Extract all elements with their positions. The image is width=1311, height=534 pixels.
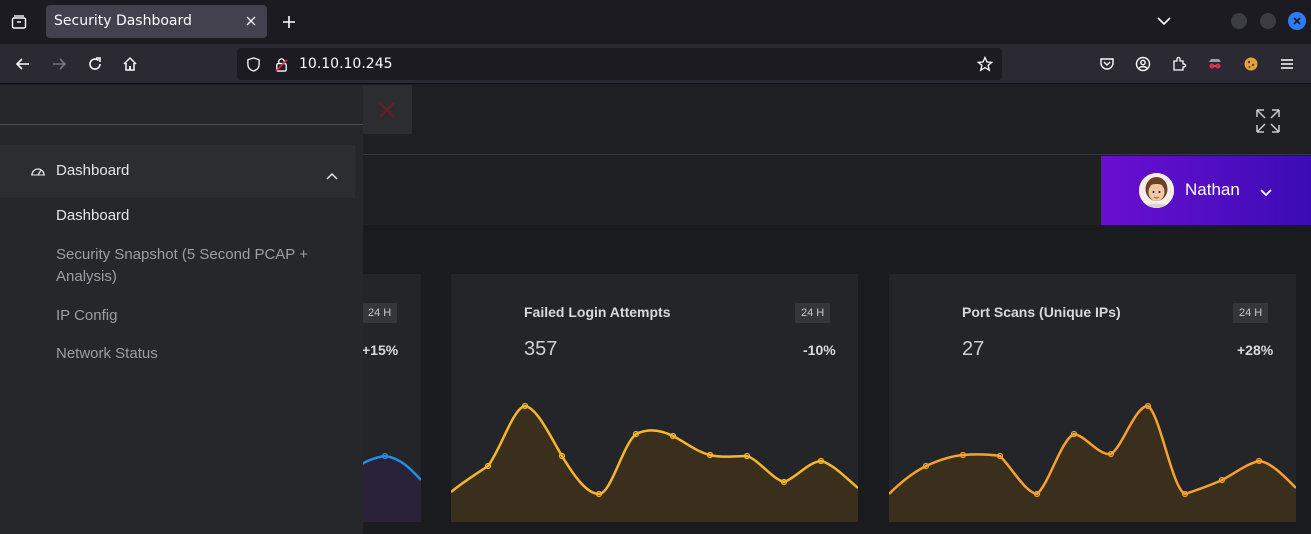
list-all-tabs-icon[interactable] [1155,12,1173,30]
sparkline-chart [889,402,1296,522]
shield-icon[interactable] [245,56,261,72]
cookie-extension-icon[interactable] [1240,53,1262,75]
new-tab-icon[interactable] [278,11,300,33]
browser-tab[interactable]: Security Dashboard [46,5,267,38]
sidebar-item-dashboard[interactable]: Dashboard [56,205,346,227]
stat-card-failed-logins: Failed Login Attempts 24 H 357 -10% [451,274,858,522]
stat-card-port-scans: Port Scans (Unique IPs) 24 H 27 +28% [889,274,1296,522]
stat-value: 27 [962,338,985,360]
sidebar-group-label: Dashboard [56,162,130,179]
app-menu-icon[interactable] [1276,53,1298,75]
sidebar-group-dashboard[interactable]: Dashboard [0,145,355,198]
forward-icon[interactable] [48,53,70,75]
sidebar-item-network-status[interactable]: Network Status [56,343,346,365]
sparkline-chart [451,402,858,522]
sidebar-item-ip-config[interactable]: IP Config [56,305,346,327]
url-text: 10.10.10.245 [299,56,393,72]
sidebar-header [0,85,363,125]
reload-icon[interactable] [84,53,106,75]
browser-navbar: 10.10.10.245 [0,44,1311,84]
fullscreen-expand-icon[interactable] [1254,107,1282,135]
chevron-up-icon [325,167,339,180]
back-icon[interactable] [12,53,34,75]
bookmark-star-icon[interactable] [977,56,993,72]
stat-delta: +15% [362,342,399,358]
user-name: Nathan [1185,180,1240,199]
sidebar-item-security-snapshot[interactable]: Security Snapshot (5 Second PCAP + Analy… [56,244,346,288]
time-range-badge: 24 H [1233,303,1269,323]
user-menu[interactable]: Nathan [1101,156,1311,225]
spy-extension-icon[interactable] [1204,53,1226,75]
close-tab-icon[interactable] [243,13,259,29]
close-window-icon[interactable] [1288,12,1306,30]
time-range-badge: 24 H [795,303,831,323]
time-range-badge: 24 H [362,303,398,323]
minimize-window-icon[interactable] [1231,13,1247,29]
extensions-icon[interactable] [1168,53,1190,75]
browser-tabbar: Security Dashboard [0,0,1311,44]
insecure-lock-icon[interactable] [273,56,289,72]
close-sidebar-button[interactable] [362,85,412,134]
sidebar: Dashboard Dashboard Security Snapshot (5… [0,85,363,534]
tab-title: Security Dashboard [54,13,192,29]
stat-title: Port Scans (Unique IPs) [962,304,1121,320]
stat-title: Failed Login Attempts [524,304,671,320]
stat-delta: -10% [803,342,836,358]
speedometer-icon [30,163,46,177]
maximize-window-icon[interactable] [1260,13,1276,29]
stat-value: 357 [524,338,558,360]
home-icon[interactable] [119,53,141,75]
url-bar[interactable]: 10.10.10.245 [237,48,1002,80]
chevron-down-icon [1259,184,1273,198]
avatar [1139,173,1174,208]
account-icon[interactable] [1132,53,1154,75]
pocket-icon[interactable] [1096,53,1118,75]
stat-delta: +28% [1237,342,1274,358]
tab-list-icon[interactable] [8,11,30,33]
